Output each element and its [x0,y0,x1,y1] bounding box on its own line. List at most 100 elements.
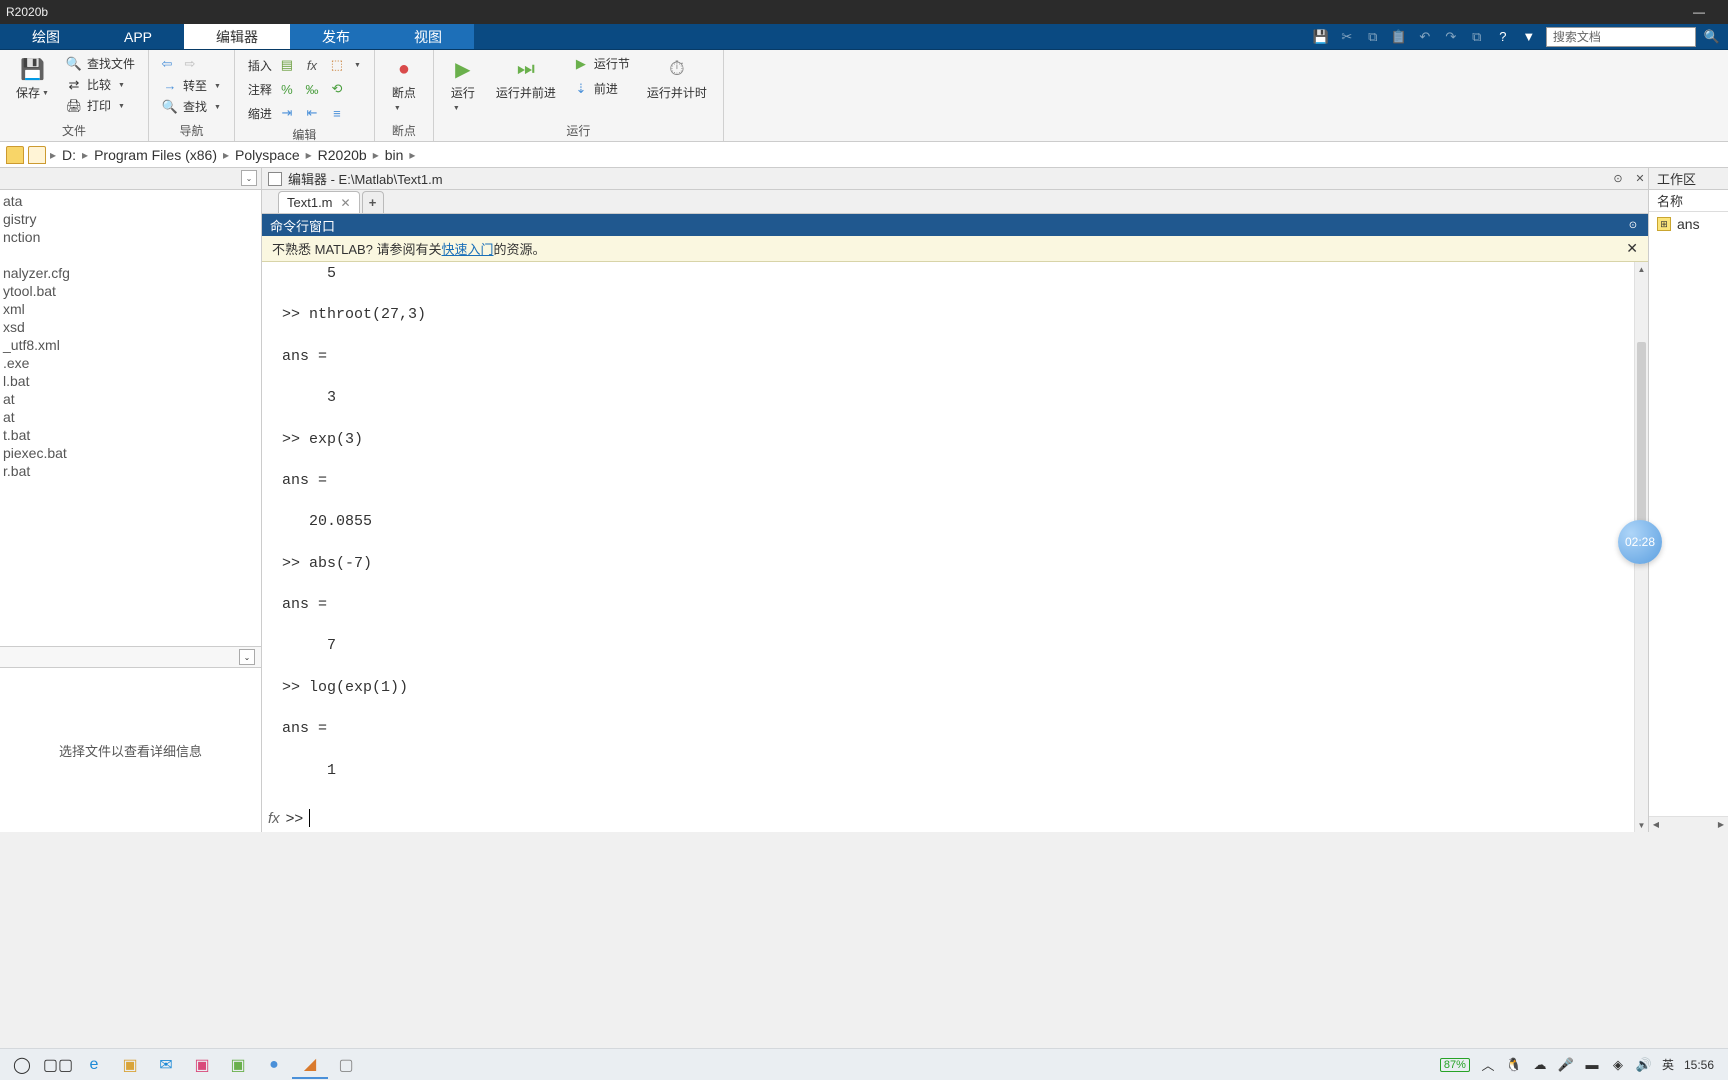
file-item[interactable]: nalyzer.cfg [0,264,261,282]
run-advance-button[interactable]: ⏭ 运行并前进 [488,54,564,103]
outdent-icon[interactable]: ⇤ [302,103,322,123]
tab-view[interactable]: 视图 [382,24,474,49]
tab-editor[interactable]: 编辑器 [184,24,290,49]
task-view-button[interactable]: ▢▢ [40,1051,76,1079]
workspace-variable[interactable]: ⊞ ans [1649,212,1728,236]
cloud-icon[interactable]: ☁ [1532,1057,1548,1073]
smart-indent-icon[interactable]: ≡ [327,103,347,123]
cut-icon[interactable]: ✂ [1338,28,1356,46]
minimize-button[interactable]: — [1676,5,1722,19]
run-time-button[interactable]: ⏱ 运行并计时 [639,54,715,103]
file-item[interactable]: .exe [0,354,261,372]
back-icon[interactable]: ⇦ [157,54,177,74]
redo-icon[interactable]: ↷ [1442,28,1460,46]
breadcrumb[interactable]: ▸ D: ▸ Program Files (x86) ▸ Polyspace ▸… [0,142,1728,168]
ime-indicator[interactable]: 英 [1662,1056,1674,1073]
file-item[interactable]: at [0,390,261,408]
file-item[interactable]: t.bat [0,426,261,444]
wrap-comment-icon[interactable]: ⟲ [327,79,347,99]
mail-icon[interactable]: ✉ [148,1051,184,1079]
timer-badge[interactable]: 02:28 [1618,520,1662,564]
file-item[interactable]: nction [0,228,261,246]
edge-icon[interactable]: e [76,1051,112,1079]
add-tab-button[interactable]: + [362,191,384,213]
file-item[interactable]: l.bat [0,372,261,390]
comment-icon[interactable]: % [277,79,297,99]
scroll-left-icon[interactable]: ◀ [1649,817,1663,832]
insert-section-icon[interactable]: ▤ [277,55,297,75]
close-banner-icon[interactable]: ✕ [1626,240,1638,257]
run-button[interactable]: ▶ 运行 [442,54,484,117]
scroll-right-icon[interactable]: ▶ [1714,817,1728,832]
find-files-button[interactable]: 🔍查找文件 [61,54,140,73]
command-input[interactable]: fx >> [262,804,1634,832]
file-list[interactable]: atagistrynction nalyzer.cfgytool.batxmlx… [0,190,261,482]
command-output[interactable]: 5 >> nthroot(27,3) ans = 3 >> exp(3) ans… [262,262,1634,804]
workspace-column-name[interactable]: 名称 [1649,190,1728,212]
windows-icon[interactable]: ⧉ [1468,28,1486,46]
microphone-icon[interactable]: 🎤 [1558,1057,1574,1073]
scroll-down-icon[interactable]: ▼ [1635,818,1648,832]
undo-icon[interactable]: ↶ [1416,28,1434,46]
find-button[interactable]: 🔍查找 [157,97,226,116]
crumb-folder[interactable]: bin [381,147,408,163]
copy-icon[interactable]: ⧉ [1364,28,1382,46]
comment-button[interactable]: 注释 %‰⟲ [243,78,366,100]
file-item[interactable]: r.bat [0,462,261,480]
file-item[interactable]: ytool.bat [0,282,261,300]
close-panel-icon[interactable]: ✕ [1632,171,1648,187]
crumb-drive[interactable]: D: [58,147,80,163]
wifi-icon[interactable]: ◈ [1610,1057,1626,1073]
tab-app[interactable]: APP [92,24,184,49]
search-docs-input[interactable]: 搜索文档 [1546,27,1696,47]
app-icon[interactable]: ▣ [184,1051,220,1079]
tab-plot[interactable]: 绘图 [0,24,92,49]
search-icon[interactable]: 🔍 [1704,29,1720,45]
explorer-icon[interactable]: ▣ [112,1051,148,1079]
insert-button[interactable]: 插入 ▤fx⬚ [243,54,366,76]
forward-icon[interactable]: ⇨ [180,54,200,74]
print-button[interactable]: 🖨打印 [61,96,140,115]
file-item[interactable]: xsd [0,318,261,336]
file-tab[interactable]: Text1.m ✕ [278,191,360,213]
save-button[interactable]: 💾 保存 [8,54,57,103]
start-button[interactable]: ◯ [4,1051,40,1079]
app-icon[interactable]: ▣ [220,1051,256,1079]
file-item[interactable]: gistry [0,210,261,228]
uncomment-icon[interactable]: ‰ [302,79,322,99]
matlab-icon[interactable]: ◢ [292,1051,328,1079]
scroll-up-icon[interactable]: ▲ [1635,262,1648,276]
chevron-up-icon[interactable]: ︿ [1480,1057,1496,1073]
horizontal-scrollbar[interactable]: ◀ ▶ [1649,816,1728,832]
app-icon[interactable]: ● [256,1051,292,1079]
fx-icon[interactable]: fx [268,810,280,827]
battery-indicator[interactable]: 87% [1440,1058,1470,1072]
file-item[interactable]: piexec.bat [0,444,261,462]
tab-publish[interactable]: 发布 [290,24,382,49]
quickstart-link[interactable]: 快速入门 [442,239,494,258]
command-window[interactable]: 5 >> nthroot(27,3) ans = 3 >> exp(3) ans… [262,262,1648,832]
minimize-panel-icon[interactable]: ⊙ [1610,171,1626,187]
qq-icon[interactable]: 🐧 [1506,1057,1522,1073]
crumb-folder[interactable]: Program Files (x86) [90,147,221,163]
advance-button[interactable]: ⇣前进 [568,79,635,98]
file-item[interactable]: xml [0,300,261,318]
file-item[interactable]: _utf8.xml [0,336,261,354]
panel-options-icon[interactable]: ⊙ [1626,218,1640,232]
dropdown-icon[interactable]: ▼ [1520,28,1538,46]
save-icon[interactable]: 💾 [1312,28,1330,46]
run-section-button[interactable]: ▶运行节 [568,54,635,73]
power-icon[interactable]: ▬ [1584,1057,1600,1073]
scrollbar-thumb[interactable] [1637,342,1646,522]
paste-icon[interactable]: 📋 [1390,28,1408,46]
collapse-icon[interactable]: ⌄ [241,170,257,186]
goto-button[interactable]: →转至 [157,76,226,95]
help-icon[interactable]: ? [1494,28,1512,46]
breakpoints-button[interactable]: ● 断点 [383,54,425,117]
close-tab-icon[interactable]: ✕ [341,196,351,210]
crumb-folder[interactable]: R2020b [314,147,371,163]
clock[interactable]: 15:56 [1684,1058,1714,1072]
volume-icon[interactable]: 🔊 [1636,1057,1652,1073]
crumb-folder[interactable]: Polyspace [231,147,304,163]
insert-markup-icon[interactable]: ⬚ [327,55,347,75]
